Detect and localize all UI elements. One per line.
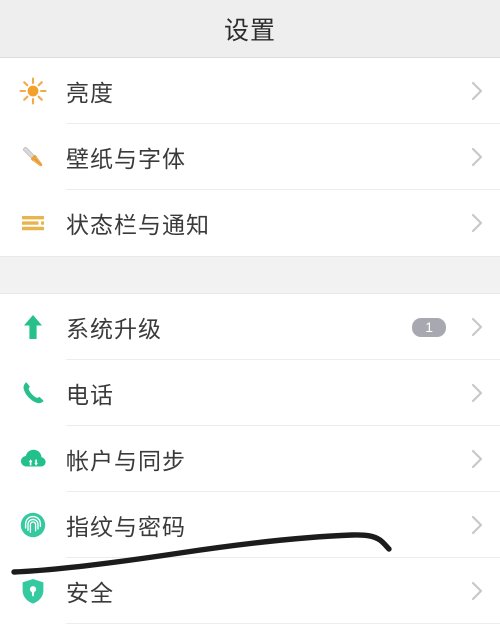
fingerprint-icon	[0, 510, 66, 540]
settings-row-label: 电话	[66, 383, 114, 409]
settings-row-label: 系统升级	[66, 317, 162, 343]
settings-row-label: 安全	[66, 581, 114, 607]
settings-screen: 设置 亮度 壁纸与字体 状态栏与通知 系统升级 1 电话 帐户与同步 指纹与密码…	[0, 0, 500, 636]
settings-row-brightness[interactable]: 亮度	[0, 58, 500, 124]
settings-row-accounts-and-sync[interactable]: 帐户与同步	[0, 426, 500, 492]
settings-row-label: 壁纸与字体	[66, 147, 186, 173]
page-title: 设置	[223, 15, 276, 45]
chevron-right-icon	[460, 212, 500, 234]
settings-row-label: 帐户与同步	[66, 449, 186, 475]
status-bar-lines-icon	[0, 208, 66, 238]
section-separator	[0, 256, 500, 294]
chevron-right-icon	[460, 382, 500, 404]
settings-row-wallpaper-and-fonts[interactable]: 壁纸与字体	[0, 124, 500, 190]
settings-row-phone[interactable]: 电话	[0, 360, 500, 426]
sun-icon	[0, 76, 66, 106]
settings-row-system-update[interactable]: 系统升级 1	[0, 294, 500, 360]
phone-icon	[0, 378, 66, 408]
paintbrush-icon	[0, 142, 66, 172]
settings-row-label: 亮度	[66, 81, 114, 107]
chevron-right-icon	[460, 580, 500, 602]
arrow-up-icon	[0, 312, 66, 342]
settings-row-fingerprint-and-password[interactable]: 指纹与密码	[0, 492, 500, 558]
row-divider	[66, 623, 500, 624]
settings-row-security[interactable]: 安全	[0, 558, 500, 624]
chevron-right-icon	[460, 146, 500, 168]
cloud-sync-icon	[0, 444, 66, 474]
chevron-right-icon	[460, 316, 500, 338]
settings-row-label: 状态栏与通知	[66, 213, 210, 239]
chevron-right-icon	[460, 448, 500, 470]
app-header: 设置	[0, 0, 500, 58]
status-badge: 1	[412, 317, 446, 337]
chevron-right-icon	[460, 80, 500, 102]
display-section: 亮度 壁纸与字体 状态栏与通知	[0, 58, 500, 256]
settings-row-label: 指纹与密码	[66, 515, 186, 541]
settings-row-status-bar-and-notifications[interactable]: 状态栏与通知	[0, 190, 500, 256]
shield-lock-icon	[0, 576, 66, 606]
system-section: 系统升级 1 电话 帐户与同步 指纹与密码 安全	[0, 294, 500, 624]
chevron-right-icon	[460, 514, 500, 536]
